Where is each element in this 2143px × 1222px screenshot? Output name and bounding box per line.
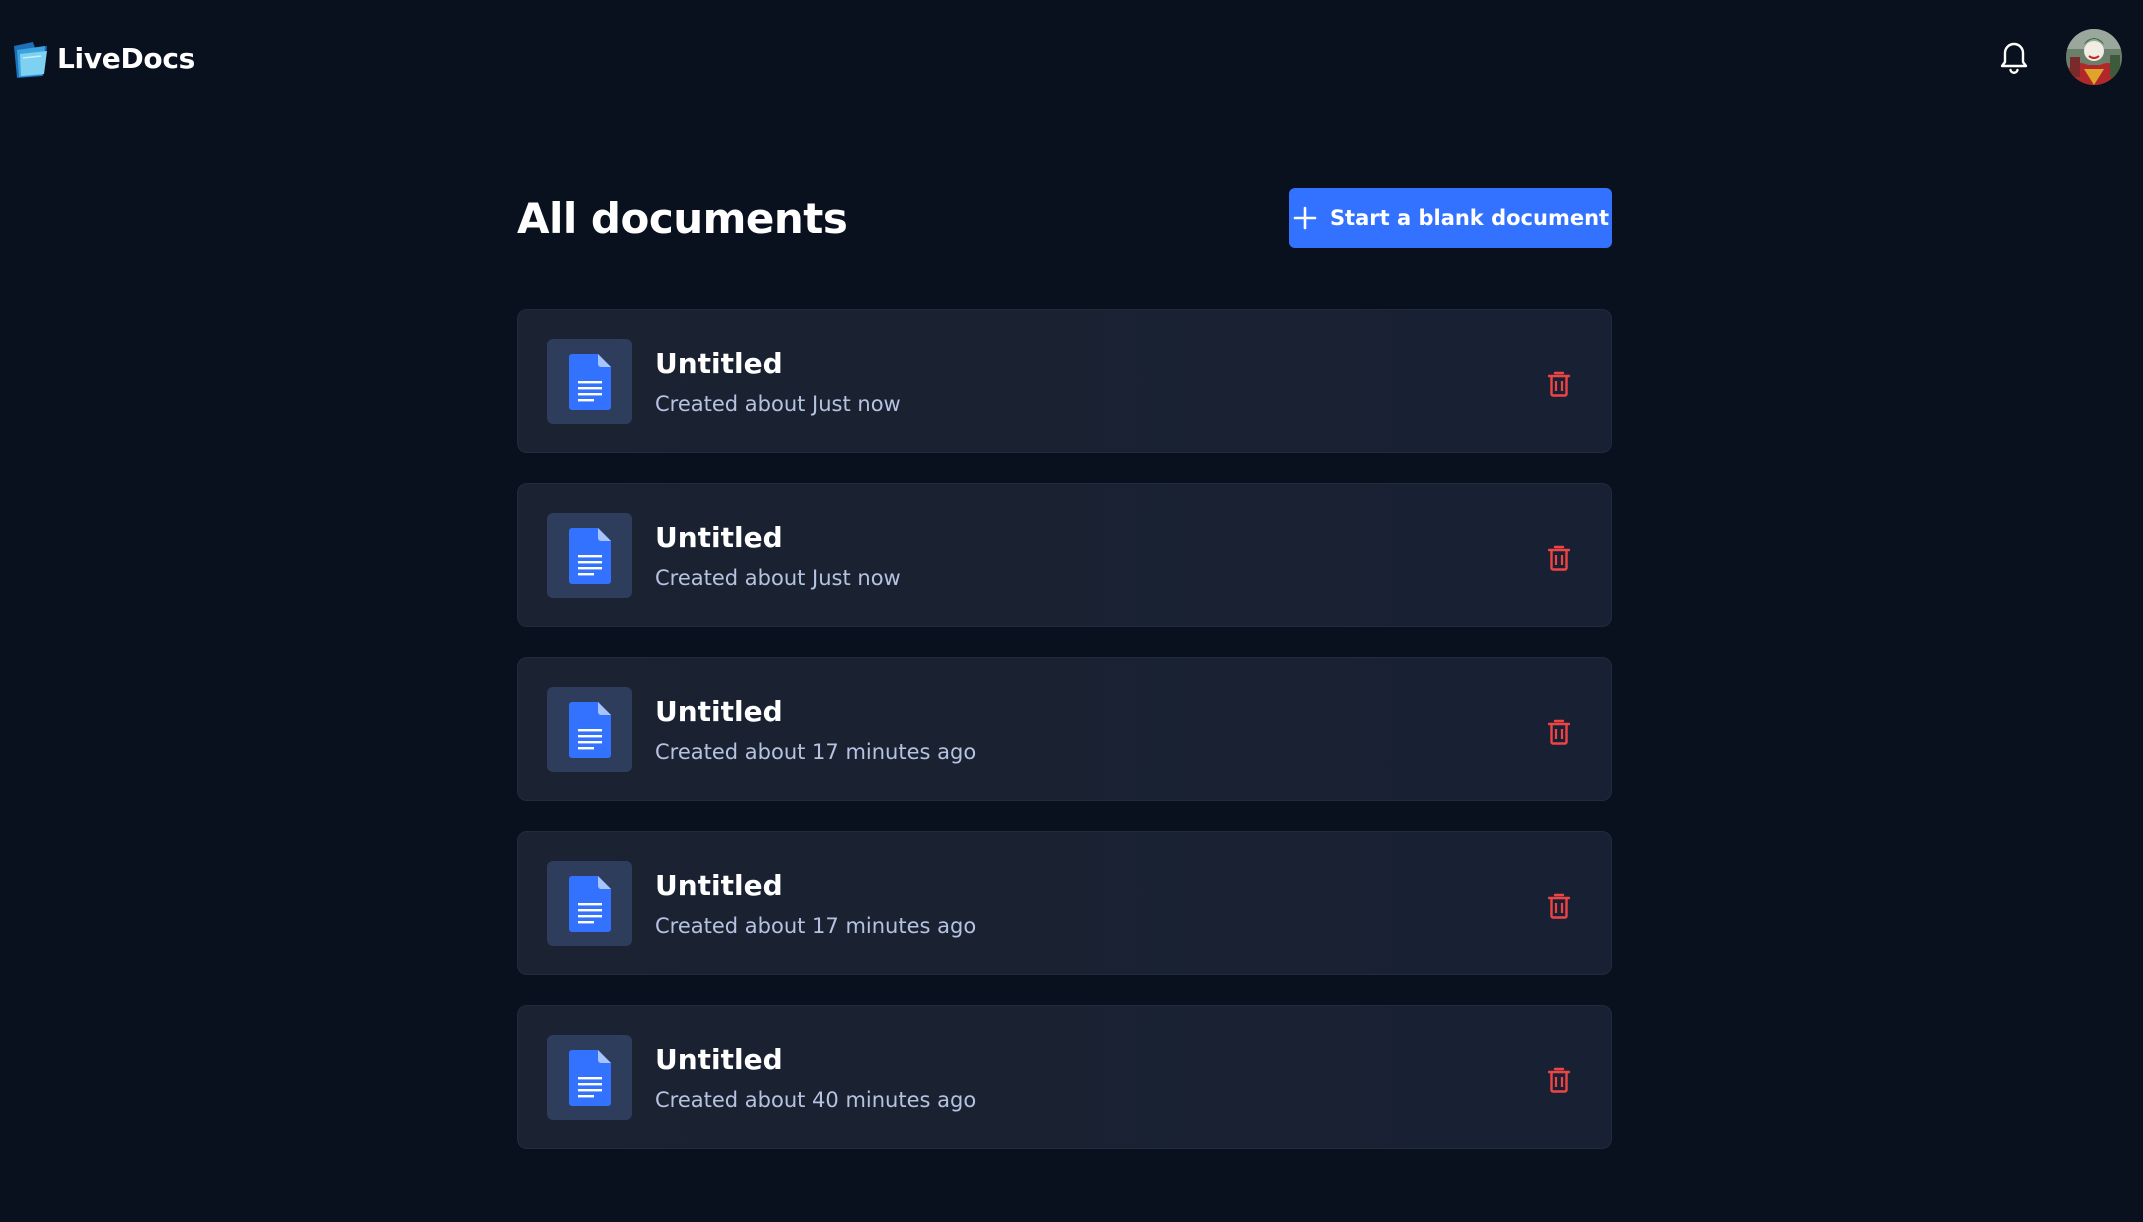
- logo-icon: [14, 42, 47, 78]
- trash-icon: [1548, 371, 1570, 397]
- document-created: Created about 17 minutes ago: [655, 740, 977, 764]
- document-thumbnail: [547, 339, 632, 424]
- document-created: Created about Just now: [655, 392, 901, 416]
- logo-link[interactable]: LiveDocs: [11, 36, 195, 80]
- document-icon: [568, 875, 611, 932]
- document-title: Untitled: [655, 1043, 783, 1076]
- top-bar: LiveDocs: [0, 0, 2143, 116]
- app-name: LiveDocs: [57, 41, 196, 75]
- avatar-image: [2066, 29, 2122, 85]
- document-icon: [568, 701, 611, 758]
- delete-document-button[interactable]: [1542, 1063, 1576, 1097]
- delete-document-button[interactable]: [1542, 715, 1576, 749]
- notifications-button[interactable]: [1995, 36, 2033, 76]
- document-created: Created about 17 minutes ago: [655, 914, 977, 938]
- document-created: Created about 40 minutes ago: [655, 1088, 977, 1112]
- delete-document-button[interactable]: [1542, 889, 1576, 923]
- title-row: All documents Start a blank document: [517, 188, 1612, 250]
- document-icon: [568, 1049, 611, 1106]
- document-item[interactable]: Untitled Created about 17 minutes ago: [517, 657, 1612, 801]
- document-title: Untitled: [655, 521, 783, 554]
- document-thumbnail: [547, 1035, 632, 1120]
- document-icon: [568, 353, 611, 410]
- trash-icon: [1548, 1067, 1570, 1093]
- start-blank-document-label: Start a blank document: [1329, 206, 1610, 230]
- document-thumbnail: [547, 687, 632, 772]
- document-thumbnail: [547, 861, 632, 946]
- plus-icon: [1293, 206, 1317, 230]
- start-blank-document-button[interactable]: Start a blank document: [1289, 188, 1612, 248]
- document-item[interactable]: Untitled Created about 17 minutes ago: [517, 831, 1612, 975]
- documents-section: All documents Start a blank document Unt…: [517, 188, 1612, 1149]
- document-icon: [568, 527, 611, 584]
- bell-icon: [2000, 42, 2028, 74]
- document-title: Untitled: [655, 695, 783, 728]
- trash-icon: [1548, 893, 1570, 919]
- delete-document-button[interactable]: [1542, 367, 1576, 401]
- document-title: Untitled: [655, 347, 783, 380]
- document-item[interactable]: Untitled Created about Just now: [517, 483, 1612, 627]
- document-title: Untitled: [655, 869, 783, 902]
- delete-document-button[interactable]: [1542, 541, 1576, 575]
- document-item[interactable]: Untitled Created about Just now: [517, 309, 1612, 453]
- document-created: Created about Just now: [655, 566, 901, 590]
- trash-icon: [1548, 719, 1570, 745]
- document-list: Untitled Created about Just now Untitled…: [517, 309, 1612, 1179]
- page-title: All documents: [517, 194, 848, 243]
- document-thumbnail: [547, 513, 632, 598]
- document-item[interactable]: Untitled Created about 40 minutes ago: [517, 1005, 1612, 1149]
- user-avatar[interactable]: [2066, 29, 2122, 85]
- trash-icon: [1548, 545, 1570, 571]
